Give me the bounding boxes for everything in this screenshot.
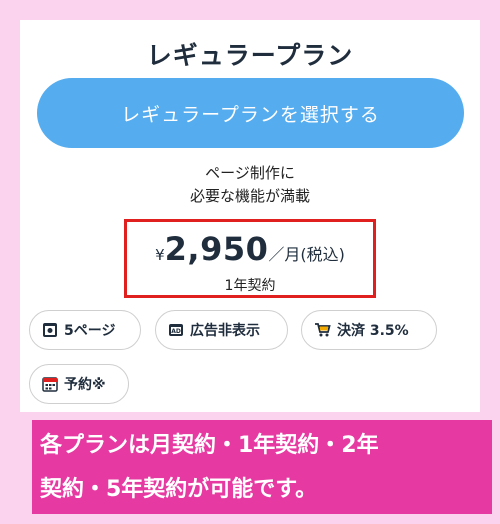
feature-chip-payment: 決済 3.5% [301, 310, 437, 350]
feature-label: 広告非表示 [190, 323, 260, 339]
calendar-icon [42, 377, 58, 392]
feature-label: 5ページ [64, 323, 116, 339]
caption: 各プランは月契約・1年契約・2年 契約・5年契約が可能です。 [36, 424, 486, 512]
description-line: ページ制作に [205, 164, 295, 182]
plan-description: ページ制作に 必要な機能が満載 [20, 162, 480, 208]
contract-term: 1年契約 [224, 278, 276, 294]
feature-label: 決済 3.5% [337, 323, 409, 339]
description-line: 必要な機能が満載 [189, 187, 310, 205]
price-amount: 2,950 [164, 230, 269, 268]
feature-chip-pages: 5ページ [29, 310, 141, 350]
cart-icon [315, 323, 331, 337]
ad-free-icon: AD [169, 324, 183, 336]
feature-chip-ad-free: AD 広告非表示 [155, 310, 288, 350]
price-highlight-box: ¥2,950／月(税込) 1年契約 [124, 219, 376, 298]
select-plan-button[interactable]: レギュラープランを選択する [37, 78, 464, 148]
svg-text:AD: AD [171, 328, 181, 335]
plan-card: レギュラープラン レギュラープランを選択する ページ制作に 必要な機能が満載 ¥… [20, 20, 480, 412]
feature-label: 予約※ [64, 377, 106, 393]
price: ¥2,950／月(税込) [127, 230, 373, 268]
caption-line: 契約・5年契約が可能です。 [40, 477, 318, 502]
currency-symbol: ¥ [155, 246, 165, 264]
feature-chip-reservation: 予約※ [29, 364, 129, 404]
caption-line: 各プランは月契約・1年契約・2年 [40, 433, 379, 458]
page-count-icon [43, 323, 57, 337]
plan-title: レギュラープラン [146, 41, 354, 70]
price-unit: ／月(税込) [268, 245, 345, 264]
